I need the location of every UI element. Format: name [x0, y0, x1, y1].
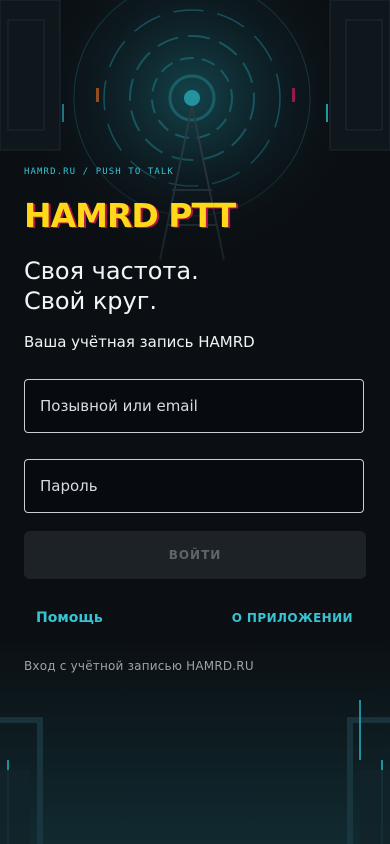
- tagline: Своя частота. Свой круг.: [24, 256, 199, 316]
- tagline-line-1: Своя частота.: [24, 257, 199, 285]
- app-title: HAMRD PTT: [24, 196, 236, 235]
- about-app-link[interactable]: О ПРИЛОЖЕНИИ: [232, 611, 353, 625]
- help-link[interactable]: Помощь: [36, 610, 103, 626]
- callsign-field[interactable]: [24, 379, 364, 433]
- tagline-line-2: Свой круг.: [24, 287, 157, 315]
- callsign-input[interactable]: [25, 380, 363, 432]
- eyebrow-label: HAMRD.RU / PUSH TO TALK: [24, 167, 174, 177]
- password-input[interactable]: [25, 460, 363, 512]
- password-field[interactable]: [24, 459, 364, 513]
- account-subtitle: Ваша учётная запись HAMRD: [24, 333, 255, 351]
- login-footnote: Вход с учётной записью HAMRD.RU: [24, 659, 254, 673]
- login-button[interactable]: ВОЙТИ: [24, 531, 366, 579]
